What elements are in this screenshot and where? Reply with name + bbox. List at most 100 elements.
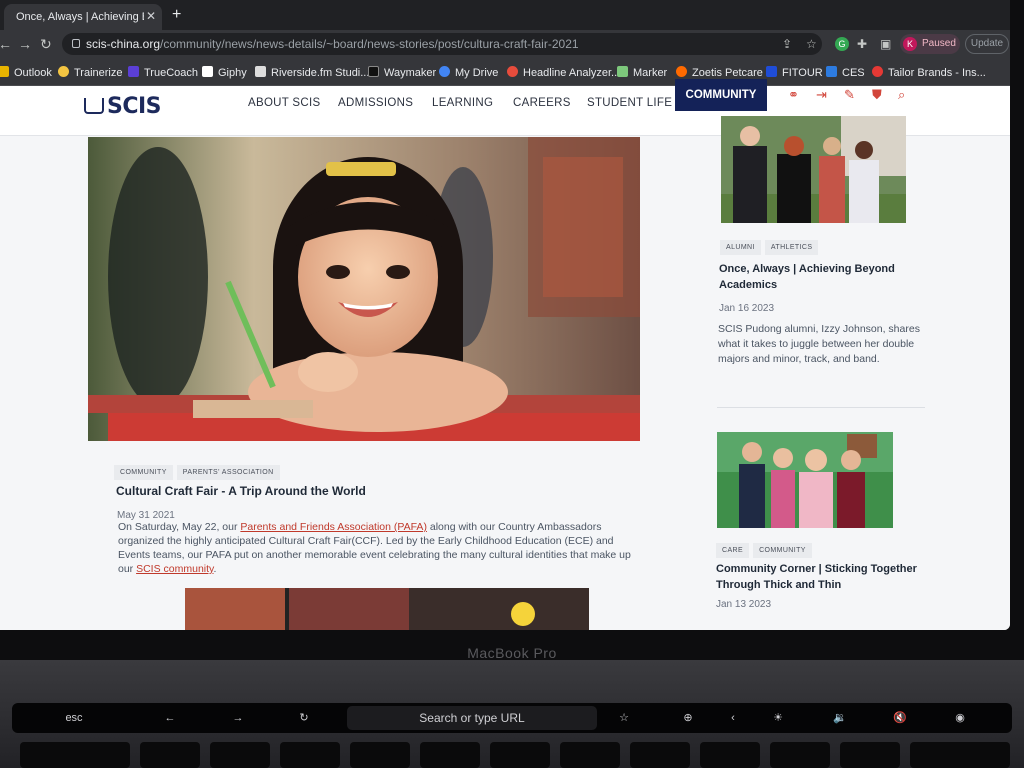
profile-button[interactable]: K Paused — [900, 34, 960, 54]
esc-key[interactable]: esc — [54, 709, 94, 727]
link-icon[interactable]: ⚭ — [788, 87, 799, 103]
bookmark-item[interactable]: Waymaker — [368, 66, 436, 79]
bookmark-item[interactable]: Trainerize — [58, 66, 123, 79]
card-date: Jan 13 2023 — [716, 599, 772, 610]
keyboard-key — [630, 742, 690, 768]
bookmark-item[interactable]: Outlook — [0, 66, 52, 79]
nav-admissions[interactable]: ADMISSIONS — [338, 97, 413, 109]
reload-icon[interactable]: ↻ — [40, 36, 52, 53]
tag-community[interactable]: COMMUNITY — [753, 543, 812, 558]
tab-bar: Once, Always | Achieving Beyond ✕ + — [0, 0, 1010, 30]
mute-icon[interactable]: 🔇 — [880, 709, 920, 727]
trainerize-icon — [58, 66, 69, 77]
card-tags: ALUMNI ATHLETICS — [720, 236, 822, 255]
keyboard-key — [20, 742, 130, 768]
forward-arrow-icon[interactable]: → — [18, 36, 32, 52]
bookmark-item[interactable]: Marker — [617, 66, 667, 79]
tailor-brands-icon — [872, 66, 883, 77]
fitour-icon — [766, 66, 777, 77]
reload-icon[interactable]: ↻ — [284, 709, 324, 727]
bookmark-star-icon[interactable]: ☆ — [604, 709, 644, 727]
grid-icon — [0, 66, 9, 77]
update-button[interactable]: Update — [965, 34, 1009, 54]
article-body: On Saturday, May 22, our Parents and Fri… — [118, 521, 631, 575]
nav-student-life[interactable]: STUDENT LIFE — [587, 97, 672, 109]
keyboard-key — [910, 742, 1010, 768]
laptop-brand-label: MacBook Pro — [467, 645, 557, 661]
bookmark-item[interactable]: Giphy — [202, 66, 247, 79]
nav-about[interactable]: ABOUT SCIS — [248, 97, 320, 109]
bookmark-item[interactable]: My Drive — [439, 66, 498, 79]
tag-athletics[interactable]: ATHLETICS — [764, 240, 819, 255]
tag-parents-association[interactable]: PARENTS' ASSOCIATION — [176, 465, 280, 480]
card-divider — [717, 407, 925, 408]
bookmark-item[interactable]: TrueCoach — [128, 66, 198, 79]
google-drive-icon — [439, 66, 450, 77]
article-title: Cultural Craft Fair - A Trip Around the … — [116, 484, 366, 498]
keyboard-key — [140, 742, 200, 768]
new-tab-icon[interactable]: + — [172, 6, 181, 24]
nav-learning[interactable]: LEARNING — [432, 97, 493, 109]
card-image[interactable] — [721, 116, 906, 223]
ces-icon — [826, 66, 837, 77]
article-tags: COMMUNITY PARENTS' ASSOCIATION — [114, 461, 284, 480]
riverside-icon — [255, 66, 266, 77]
touchbar-search[interactable]: Search or type URL — [347, 706, 597, 730]
nav-community[interactable]: COMMUNITY — [675, 79, 767, 111]
url-text: scis-china.org/community/news/news-detai… — [86, 37, 579, 51]
site-logo[interactable]: SCIS — [84, 94, 162, 119]
avatar: K — [903, 37, 917, 51]
pafa-link[interactable]: Parents and Friends Association (PAFA) — [240, 521, 427, 533]
bookmark-item[interactable]: Headline Analyzer... — [507, 66, 620, 79]
bookmarks-bar: Outlook Trainerize TrueCoach Giphy River… — [0, 58, 1010, 86]
keyboard-key — [700, 742, 760, 768]
volume-icon[interactable]: 🔉 — [820, 709, 860, 727]
card-title[interactable]: Once, Always | Achieving Beyond Academic… — [719, 261, 919, 293]
keyboard-key — [560, 742, 620, 768]
keyboard-key — [840, 742, 900, 768]
keyboard-key — [770, 742, 830, 768]
login-icon[interactable]: ⇥ — [816, 87, 827, 103]
forward-arrow-icon[interactable]: → — [218, 709, 258, 727]
truecoach-icon — [128, 66, 139, 77]
side-panel-icon[interactable]: ▣ — [880, 37, 891, 51]
card-date: Jan 16 2023 — [719, 303, 775, 314]
tag-care[interactable]: CARE — [716, 543, 750, 558]
headline-analyzer-icon — [507, 66, 518, 77]
back-arrow-icon[interactable]: ← — [0, 36, 12, 52]
browser-screen: Once, Always | Achieving Beyond ✕ + ← → … — [0, 0, 1010, 630]
share-icon[interactable]: ⇪ — [782, 37, 792, 51]
card-title[interactable]: Community Corner | Sticking Together Thr… — [716, 561, 926, 593]
browser-tab[interactable]: Once, Always | Achieving Beyond ✕ — [4, 4, 162, 30]
shield-icon[interactable]: ⛊ — [872, 87, 882, 103]
nav-careers[interactable]: CAREERS — [513, 97, 571, 109]
book-icon — [84, 98, 104, 114]
extensions-puzzle-icon[interactable]: ✚ — [857, 37, 867, 51]
search-icon[interactable]: ⌕ — [898, 87, 905, 103]
article-hero-image[interactable] — [88, 137, 640, 441]
bookmark-item[interactable]: Zoetis Petcare — [676, 66, 763, 79]
tag-community[interactable]: COMMUNITY — [114, 465, 173, 480]
address-bar[interactable]: scis-china.org/community/news/news-detai… — [62, 33, 822, 55]
back-arrow-icon[interactable]: ← — [150, 709, 190, 727]
bookmark-item[interactable]: Riverside.fm Studi... — [255, 66, 369, 79]
siri-icon[interactable]: ◉ — [940, 709, 980, 727]
tag-alumni[interactable]: ALUMNI — [720, 240, 761, 255]
new-tab-icon[interactable]: ⊕ — [668, 709, 708, 727]
apply-form-icon[interactable]: ✎ — [844, 87, 855, 103]
keyboard-key — [350, 742, 410, 768]
card-image[interactable] — [717, 432, 893, 528]
keyboard-key — [280, 742, 340, 768]
grammarly-extension-icon[interactable]: G — [835, 37, 849, 51]
close-tab-icon[interactable]: ✕ — [146, 9, 156, 23]
bookmark-star-icon[interactable]: ☆ — [806, 37, 817, 51]
bookmark-item[interactable]: CES — [826, 66, 865, 79]
scis-community-link[interactable]: SCIS community — [136, 563, 213, 575]
marker-icon — [617, 66, 628, 77]
brightness-icon[interactable]: ☀ — [758, 709, 798, 727]
bookmark-item[interactable]: FITOUR — [766, 66, 823, 79]
profile-status: Paused — [922, 38, 956, 49]
bookmark-item[interactable]: Tailor Brands - Ins... — [872, 66, 986, 79]
browser-toolbar: ← → ↻ scis-china.org/community/news/news… — [0, 30, 1010, 58]
chevron-left-icon[interactable]: ‹ — [718, 709, 748, 727]
